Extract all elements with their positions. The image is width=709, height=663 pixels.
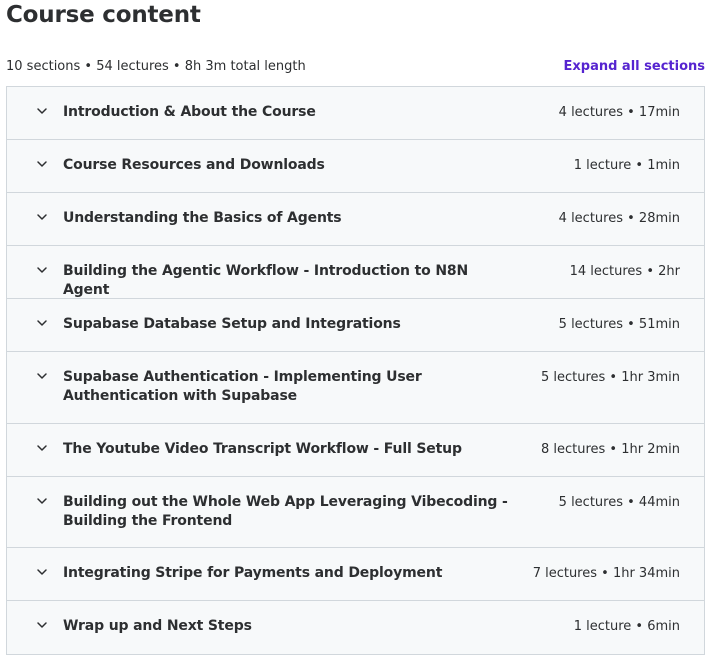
section-meta: 8 lectures • 1hr 2min — [540, 442, 680, 457]
section-meta: 14 lectures • 2hr — [569, 264, 680, 279]
chevron-down-icon — [35, 618, 49, 632]
chevron-down-icon — [35, 316, 49, 330]
section-header[interactable]: Supabase Database Setup and Integrations… — [7, 299, 704, 352]
section-title: Building the Agentic Workflow - Introduc… — [63, 263, 469, 298]
course-summary-row: 10 sections • 54 lectures • 8h 3m total … — [6, 56, 705, 76]
section-meta: 1 lecture • 1min — [573, 158, 680, 173]
section-header[interactable]: Wrap up and Next Steps 1 lecture • 6min — [7, 601, 704, 654]
chevron-down-icon — [35, 263, 49, 277]
section-title: Course Resources and Downloads — [63, 157, 325, 173]
section-meta: 4 lectures • 17min — [558, 105, 680, 120]
chevron-down-icon — [35, 441, 49, 455]
section-title: Building out the Whole Web App Leveragin… — [63, 494, 508, 529]
section-header[interactable]: Building the Agentic Workflow - Introduc… — [7, 246, 704, 299]
chevron-down-icon — [35, 157, 49, 171]
section-title: The Youtube Video Transcript Workflow - … — [63, 441, 462, 457]
section-header[interactable]: Introduction & About the Course 4 lectur… — [7, 87, 704, 140]
section-title: Integrating Stripe for Payments and Depl… — [63, 565, 443, 581]
expand-all-sections-button[interactable]: Expand all sections — [564, 59, 706, 74]
section-title: Wrap up and Next Steps — [63, 618, 252, 634]
section-meta: 5 lectures • 51min — [558, 317, 680, 332]
section-meta: 7 lectures • 1hr 34min — [532, 566, 680, 581]
section-title: Introduction & About the Course — [63, 104, 316, 120]
section-header[interactable]: Supabase Authentication - Implementing U… — [7, 352, 704, 424]
section-title: Supabase Authentication - Implementing U… — [63, 369, 422, 404]
section-header[interactable]: Building out the Whole Web App Leveragin… — [7, 477, 704, 548]
section-header[interactable]: Understanding the Basics of Agents 4 lec… — [7, 193, 704, 246]
chevron-down-icon — [35, 494, 49, 508]
section-header[interactable]: The Youtube Video Transcript Workflow - … — [7, 424, 704, 477]
section-title: Understanding the Basics of Agents — [63, 210, 342, 226]
section-meta: 4 lectures • 28min — [558, 211, 680, 226]
section-meta: 1 lecture • 6min — [573, 619, 680, 634]
chevron-down-icon — [35, 369, 49, 383]
section-header[interactable]: Course Resources and Downloads 1 lecture… — [7, 140, 704, 193]
page-title: Course content — [6, 2, 201, 28]
section-title: Supabase Database Setup and Integrations — [63, 316, 401, 332]
chevron-down-icon — [35, 565, 49, 579]
chevron-down-icon — [35, 104, 49, 118]
section-meta: 5 lectures • 44min — [558, 495, 680, 510]
section-meta: 5 lectures • 1hr 3min — [540, 370, 680, 385]
chevron-down-icon — [35, 210, 49, 224]
section-header[interactable]: Integrating Stripe for Payments and Depl… — [7, 548, 704, 601]
sections-list: Introduction & About the Course 4 lectur… — [6, 86, 705, 655]
course-summary: 10 sections • 54 lectures • 8h 3m total … — [6, 58, 306, 74]
